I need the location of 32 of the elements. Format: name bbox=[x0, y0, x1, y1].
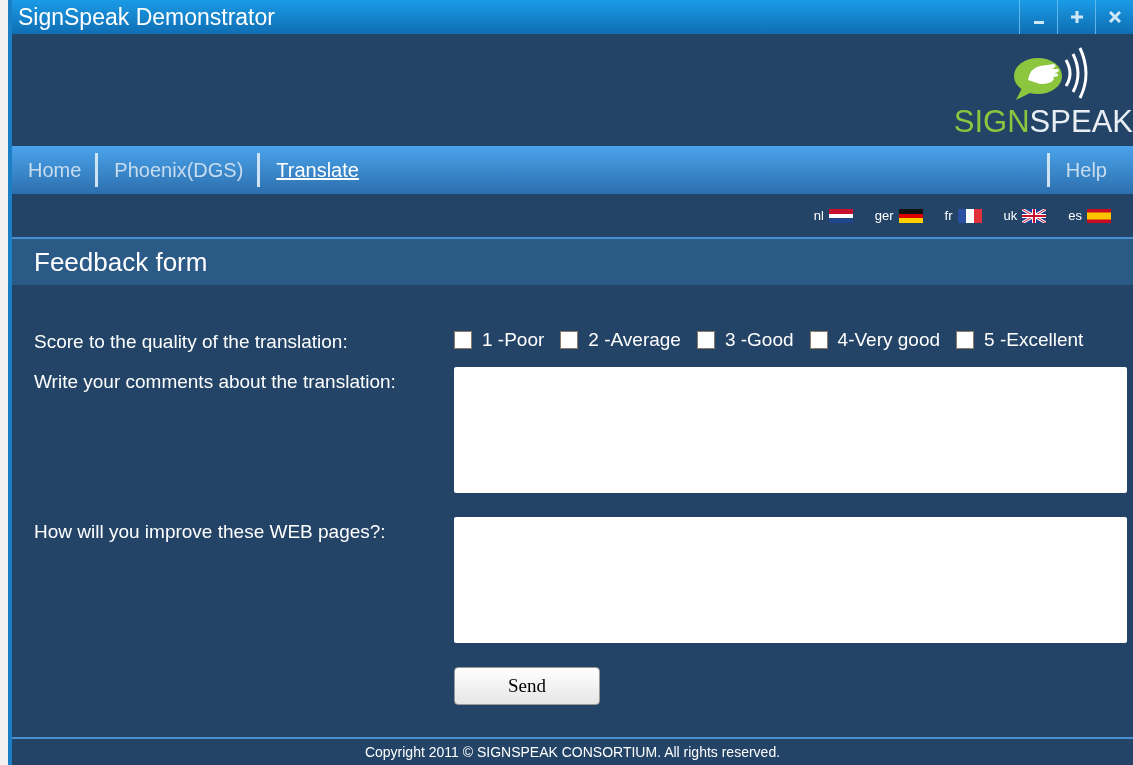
send-button[interactable]: Send bbox=[454, 667, 600, 705]
copyright-text: Copyright 2011 © SIGNSPEAK CONSORTIUM. All rights reserved. bbox=[364, 744, 781, 760]
checkbox[interactable] bbox=[560, 331, 579, 349]
window-title: SignSpeak Demonstrator bbox=[18, 3, 275, 31]
flag-icon bbox=[957, 208, 982, 223]
flag-icon bbox=[1022, 208, 1047, 223]
language-link[interactable]: ger bbox=[874, 208, 923, 223]
checkbox-label: 4-Very good bbox=[837, 329, 941, 351]
field-label: How will you improve these WEB pages?: bbox=[34, 520, 387, 544]
logo-text: SIGNSPEAK bbox=[953, 104, 1133, 140]
flag-icon bbox=[898, 208, 923, 223]
form-title: Feedback form bbox=[34, 246, 208, 278]
plus-icon bbox=[1070, 11, 1083, 23]
close-icon bbox=[1108, 11, 1121, 23]
language-link[interactable]: nl bbox=[813, 208, 853, 223]
checkbox[interactable] bbox=[696, 331, 715, 349]
minimize-icon bbox=[1033, 20, 1044, 24]
language-link[interactable]: uk bbox=[1003, 208, 1047, 223]
nav-link[interactable]: Translate bbox=[260, 158, 373, 182]
field-label: Write your comments about the translation: bbox=[34, 370, 397, 394]
checkbox-label: 2 -Average bbox=[588, 329, 681, 351]
field-label: Score to the quality of the translation: bbox=[34, 330, 349, 353]
checkbox-label: 1 -Poor bbox=[482, 329, 545, 351]
checkbox[interactable] bbox=[454, 331, 472, 349]
checkbox-label: 3 -Good bbox=[724, 329, 794, 351]
language-link[interactable]: fr bbox=[944, 208, 982, 223]
checkbox[interactable] bbox=[956, 331, 975, 349]
checkbox-label: 5 -Excellent bbox=[984, 329, 1084, 351]
flag-icon bbox=[1087, 208, 1111, 223]
language-link[interactable]: es bbox=[1068, 208, 1111, 223]
flag-icon bbox=[828, 208, 853, 223]
checkbox[interactable] bbox=[809, 331, 828, 349]
